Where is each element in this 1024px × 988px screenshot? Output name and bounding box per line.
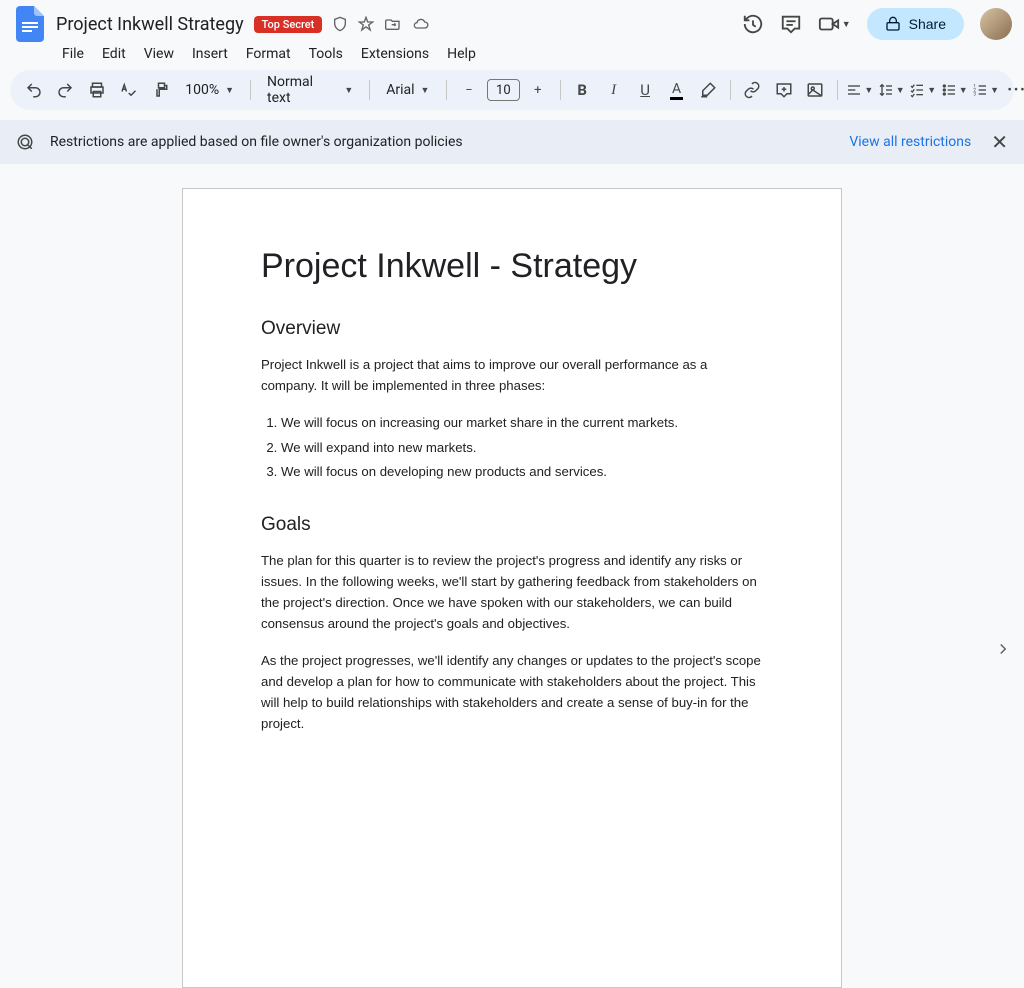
phases-list: We will focus on increasing our market s… <box>281 412 763 483</box>
list-item: We will expand into new markets. <box>281 437 763 459</box>
text-color-icon[interactable]: A <box>663 76 690 104</box>
menu-view[interactable]: View <box>144 46 174 62</box>
goals-paragraph-2: As the project progresses, we'll identif… <box>261 650 763 735</box>
docs-logo-icon[interactable] <box>12 6 48 42</box>
document-page[interactable]: Project Inkwell - Strategy Overview Proj… <box>182 188 842 988</box>
goals-paragraph-1: The plan for this quarter is to review t… <box>261 550 763 635</box>
star-icon[interactable] <box>358 16 374 32</box>
font-size-input[interactable]: 10 <box>487 79 520 101</box>
move-icon[interactable] <box>384 16 402 32</box>
link-icon[interactable] <box>739 76 766 104</box>
doc-heading-title: Project Inkwell - Strategy <box>261 247 763 286</box>
comment-icon[interactable] <box>780 13 802 35</box>
menu-format[interactable]: Format <box>246 46 291 62</box>
document-canvas: Project Inkwell - Strategy Overview Proj… <box>0 164 1024 674</box>
share-button[interactable]: Share <box>867 8 964 40</box>
paint-format-icon[interactable] <box>146 76 173 104</box>
font-increase-icon[interactable]: + <box>524 76 551 104</box>
policy-icon <box>16 133 34 151</box>
shield-icon[interactable] <box>332 16 348 32</box>
highlight-icon[interactable] <box>694 76 721 104</box>
share-label: Share <box>909 16 946 32</box>
goals-heading: Goals <box>261 514 763 536</box>
menu-insert[interactable]: Insert <box>192 46 228 62</box>
underline-icon[interactable]: U <box>631 76 658 104</box>
banner-text: Restrictions are applied based on file o… <box>50 134 463 150</box>
list-item: We will focus on developing new products… <box>281 461 763 483</box>
line-spacing-icon[interactable]: ▼ <box>878 76 905 104</box>
undo-icon[interactable] <box>20 76 47 104</box>
bulleted-list-icon[interactable]: ▼ <box>940 76 967 104</box>
checklist-icon[interactable]: ▼ <box>909 76 936 104</box>
italic-icon[interactable]: I <box>600 76 627 104</box>
align-icon[interactable]: ▼ <box>846 76 873 104</box>
menu-help[interactable]: Help <box>447 46 476 62</box>
toolbar: 100%▼ Normal text▼ Arial▼ − 10 + B I U A… <box>10 70 1014 110</box>
redo-icon[interactable] <box>51 76 78 104</box>
menu-tools[interactable]: Tools <box>309 46 343 62</box>
svg-text:3: 3 <box>973 91 976 97</box>
avatar[interactable] <box>980 8 1012 40</box>
add-comment-icon[interactable] <box>770 76 797 104</box>
bold-icon[interactable]: B <box>568 76 595 104</box>
restrictions-banner: Restrictions are applied based on file o… <box>0 120 1024 164</box>
view-restrictions-link[interactable]: View all restrictions <box>849 134 971 150</box>
menu-edit[interactable]: Edit <box>102 46 126 62</box>
font-select[interactable]: Arial▼ <box>378 82 438 98</box>
video-call-icon[interactable]: ▼ <box>818 13 851 35</box>
menubar: File Edit View Insert Format Tools Exten… <box>12 42 1012 70</box>
numbered-list-icon[interactable]: 123▼ <box>972 76 999 104</box>
image-icon[interactable] <box>802 76 829 104</box>
overview-paragraph: Project Inkwell is a project that aims t… <box>261 354 763 396</box>
font-decrease-icon[interactable]: − <box>455 76 482 104</box>
styles-select[interactable]: Normal text▼ <box>259 74 361 106</box>
more-icon[interactable]: ••• <box>1003 76 1024 104</box>
print-icon[interactable] <box>83 76 110 104</box>
classification-badge: Top Secret <box>254 16 323 33</box>
close-icon[interactable]: ✕ <box>991 130 1008 154</box>
menu-extensions[interactable]: Extensions <box>361 46 429 62</box>
doc-title[interactable]: Project Inkwell Strategy <box>56 14 244 35</box>
spellcheck-icon[interactable] <box>114 76 141 104</box>
menu-file[interactable]: File <box>62 46 84 62</box>
explore-icon[interactable] <box>994 640 1012 662</box>
list-item: We will focus on increasing our market s… <box>281 412 763 434</box>
overview-heading: Overview <box>261 318 763 340</box>
zoom-select[interactable]: 100%▼ <box>177 82 242 98</box>
cloud-icon[interactable] <box>412 16 430 32</box>
history-icon[interactable] <box>742 13 764 35</box>
